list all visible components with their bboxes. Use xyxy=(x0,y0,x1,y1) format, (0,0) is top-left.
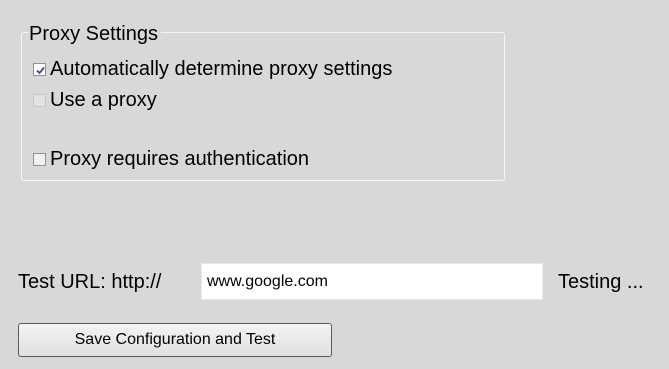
use-proxy-checkbox[interactable] xyxy=(33,93,46,107)
auto-detect-proxy-option[interactable]: Automatically determine proxy settings xyxy=(33,57,392,81)
use-proxy-label: Use a proxy xyxy=(50,89,157,111)
auto-detect-proxy-checkbox[interactable] xyxy=(33,62,46,76)
checkmark-icon xyxy=(36,66,45,74)
test-url-input[interactable] xyxy=(201,263,543,300)
testing-status: Testing ... xyxy=(558,271,644,293)
proxy-auth-checkbox[interactable] xyxy=(33,152,46,166)
auto-detect-proxy-label: Automatically determine proxy settings xyxy=(50,58,393,80)
test-url-label: Test URL: http:// xyxy=(18,270,162,293)
save-and-test-button[interactable]: Save Configuration and Test xyxy=(18,323,332,357)
proxy-settings-legend: Proxy Settings xyxy=(29,22,161,46)
proxy-auth-label: Proxy requires authentication xyxy=(50,148,310,170)
use-proxy-option[interactable]: Use a proxy xyxy=(33,88,157,112)
proxy-auth-option[interactable]: Proxy requires authentication xyxy=(33,147,309,171)
